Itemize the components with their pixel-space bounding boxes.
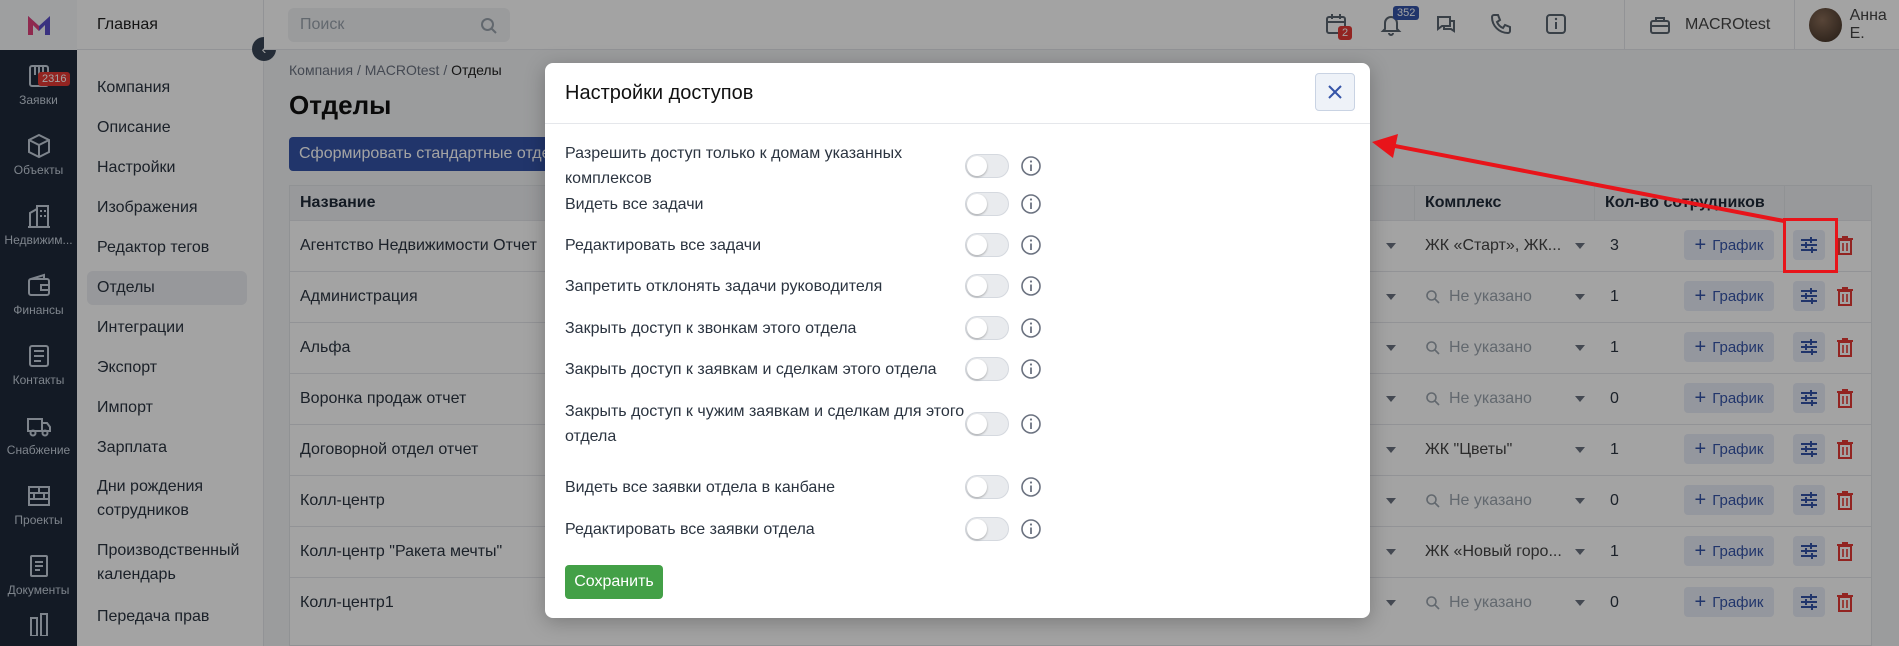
- modal-title: Настройки доступов: [545, 63, 1370, 124]
- save-button[interactable]: Сохранить: [565, 565, 663, 599]
- info-icon[interactable]: [1020, 317, 1042, 339]
- access-option-toggle[interactable]: [965, 475, 1009, 499]
- access-option-label: Разрешить доступ только к домам указанны…: [565, 145, 903, 187]
- access-option-label: Закрыть доступ к звонкам этого отдела: [565, 320, 857, 337]
- access-option-toggle[interactable]: [965, 192, 1009, 216]
- info-icon[interactable]: [1020, 413, 1042, 435]
- access-option-toggle[interactable]: [965, 154, 1009, 178]
- access-option-toggle[interactable]: [965, 233, 1009, 257]
- info-icon[interactable]: [1020, 476, 1042, 498]
- info-icon[interactable]: [1020, 518, 1042, 540]
- info-icon[interactable]: [1020, 358, 1042, 380]
- access-option-label: Закрыть доступ к чужим заявкам и сделкам…: [565, 403, 965, 445]
- access-option-toggle[interactable]: [965, 357, 1009, 381]
- access-option-label: Видеть все заявки отдела в канбане: [565, 479, 836, 496]
- info-icon[interactable]: [1020, 234, 1042, 256]
- access-option-label: Видеть все задачи: [565, 196, 704, 213]
- access-option-label: Редактировать все заявки отдела: [565, 521, 815, 538]
- close-icon: [1328, 85, 1342, 99]
- annotation-highlight-box: [1783, 218, 1838, 273]
- info-icon[interactable]: [1020, 155, 1042, 177]
- access-option-toggle[interactable]: [965, 517, 1009, 541]
- close-button[interactable]: [1315, 73, 1355, 111]
- access-option-toggle[interactable]: [965, 412, 1009, 436]
- access-option-toggle[interactable]: [965, 316, 1009, 340]
- access-settings-modal: Настройки доступов Разрешить доступ толь…: [545, 63, 1370, 618]
- info-icon[interactable]: [1020, 275, 1042, 297]
- access-option-label: Закрыть доступ к заявкам и сделкам этого…: [565, 361, 937, 378]
- info-icon[interactable]: [1020, 193, 1042, 215]
- access-option-toggle[interactable]: [965, 274, 1009, 298]
- access-option-label: Редактировать все задачи: [565, 237, 762, 254]
- access-option-label: Запретить отклонять задачи руководителя: [565, 278, 883, 295]
